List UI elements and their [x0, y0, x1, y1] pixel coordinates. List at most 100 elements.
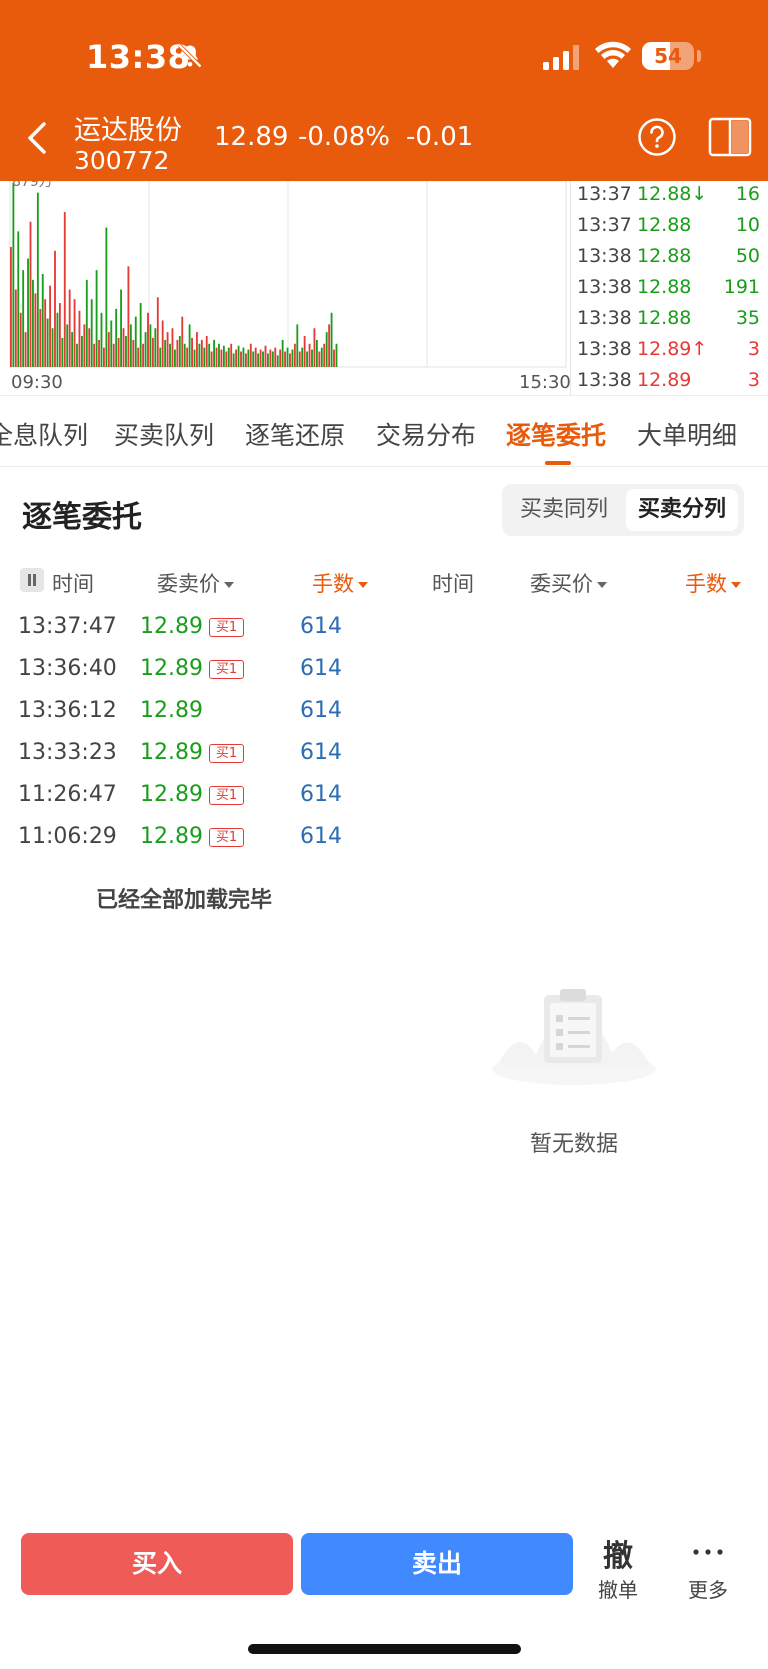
- tick-volume: 3: [747, 369, 760, 391]
- battery-indicator: 54: [642, 42, 694, 70]
- tick-volume: 35: [735, 307, 760, 329]
- volume-bar: [78, 310, 81, 367]
- toggle-same-column[interactable]: 买卖同列: [508, 489, 620, 531]
- volume-bar: [296, 324, 299, 367]
- volume-bar: [254, 347, 257, 367]
- volume-bar: [230, 343, 233, 367]
- volume-bar: [242, 347, 245, 367]
- col-sell-qty-label: 手数: [312, 572, 354, 596]
- volume-bar: [262, 351, 264, 367]
- cancel-order-icon[interactable]: 撤: [596, 1531, 640, 1575]
- volume-bar: [213, 339, 215, 367]
- col-buy-qty[interactable]: 手数: [685, 568, 741, 598]
- volume-bar: [289, 353, 291, 367]
- volume-bar: [333, 349, 335, 367]
- volume-bar: [161, 320, 164, 367]
- order-tag-badge: 买1: [209, 828, 244, 847]
- volume-bar: [291, 349, 294, 367]
- buy-button[interactable]: 买入: [21, 1533, 293, 1595]
- volume-bar: [85, 279, 88, 367]
- volume-bar: [328, 324, 331, 367]
- volume-bar: [208, 343, 211, 367]
- volume-bar: [83, 324, 86, 367]
- volume-bar: [267, 353, 269, 367]
- tab-6[interactable]: 大单明细: [637, 416, 737, 452]
- tick-row: 13:37 12.88 10: [571, 214, 768, 245]
- order-row[interactable]: 13:36:12 12.89 614: [0, 690, 384, 732]
- help-icon[interactable]: [637, 117, 677, 157]
- volume-bar: [117, 337, 120, 367]
- tick-arrow-icon: ↑: [691, 338, 708, 360]
- tick-time: 13:37: [577, 183, 632, 205]
- volume-bar: [279, 349, 282, 367]
- order-row[interactable]: 11:26:47 12.89 买1 614: [0, 774, 384, 816]
- tick-volume: 10: [735, 214, 760, 236]
- volume-bar: [335, 343, 338, 367]
- order-qty: 614: [300, 740, 342, 765]
- toggle-split-column[interactable]: 买卖分列: [626, 489, 738, 531]
- col-sell-qty[interactable]: 手数: [312, 568, 368, 598]
- tick-price: 12.88: [637, 307, 692, 329]
- order-row[interactable]: 13:37:47 12.89 买1 614: [0, 606, 384, 648]
- volume-bar-chart: 879万: [9, 181, 567, 368]
- volume-bar: [218, 343, 220, 367]
- chart-area: 879万 09:30 15:30 13:37 12.88↓ 16 13:37 12.88…: [0, 181, 768, 395]
- volume-bar: [98, 339, 100, 367]
- volume-bar: [24, 332, 27, 367]
- tab-5[interactable]: 逐笔委托: [506, 416, 606, 452]
- volume-bar: [193, 349, 196, 367]
- tab-2[interactable]: 买卖队列: [114, 416, 214, 452]
- volume-bar: [181, 316, 184, 367]
- tick-price: 12.88: [637, 214, 692, 236]
- tick-time: 13:37: [577, 214, 632, 236]
- order-row[interactable]: 13:33:23 12.89 买1 614: [0, 732, 384, 774]
- order-row[interactable]: 11:06:29 12.89 买1 614: [0, 816, 384, 858]
- col-sell-price[interactable]: 委卖价: [157, 568, 234, 598]
- volume-bar: [244, 353, 247, 367]
- wifi-icon: [595, 41, 631, 68]
- tick-price: 12.88: [637, 276, 692, 298]
- more-label[interactable]: 更多: [680, 1574, 736, 1603]
- order-time: 13:37:47: [18, 614, 117, 639]
- volume-bar: [237, 345, 240, 367]
- volume-bar: [156, 297, 159, 367]
- volume-bar: [249, 343, 252, 367]
- volume-bar: [318, 351, 321, 367]
- volume-bar: [142, 343, 145, 367]
- col-buy-time: 时间: [432, 568, 474, 598]
- sort-caret-icon: [597, 582, 607, 588]
- col-buy-price[interactable]: 委买价: [530, 568, 607, 598]
- active-tab-underline: [545, 461, 571, 465]
- tab-4[interactable]: 交易分布: [376, 416, 476, 452]
- status-time: 13:38: [86, 38, 191, 76]
- pause-icon[interactable]: [20, 568, 44, 592]
- cancel-order-label[interactable]: 撤单: [596, 1574, 640, 1603]
- sort-caret-icon: [358, 582, 368, 588]
- volume-bar: [303, 336, 306, 367]
- order-time: 13:33:23: [18, 740, 117, 765]
- volume-bar: [222, 345, 225, 367]
- volume-bar: [311, 349, 313, 367]
- order-row[interactable]: 13:36:40 12.89 买1 614: [0, 648, 384, 690]
- back-arrow-icon[interactable]: [24, 120, 50, 156]
- volume-bar: [330, 312, 333, 367]
- volume-bar: [144, 332, 147, 367]
- order-price: 12.89: [140, 614, 203, 639]
- order-price: 12.89: [140, 782, 203, 807]
- tab-3[interactable]: 逐笔还原: [245, 416, 345, 452]
- volume-bar: [293, 343, 296, 367]
- sell-button[interactable]: 卖出: [301, 1533, 573, 1595]
- order-time: 13:36:12: [18, 698, 117, 723]
- layout-switch-icon[interactable]: [708, 115, 752, 159]
- volume-bar: [286, 347, 289, 367]
- volume-bar: [284, 351, 286, 367]
- volume-bar: [264, 345, 267, 367]
- volume-bar: [137, 347, 140, 367]
- more-icon[interactable]: [690, 1540, 726, 1564]
- stock-price: 12.89: [214, 122, 289, 152]
- volume-bar: [196, 332, 198, 367]
- tab-1[interactable]: 全息队列: [0, 416, 88, 452]
- volume-bar: [27, 258, 29, 367]
- volume-bar: [271, 351, 274, 367]
- volume-bar: [49, 285, 51, 367]
